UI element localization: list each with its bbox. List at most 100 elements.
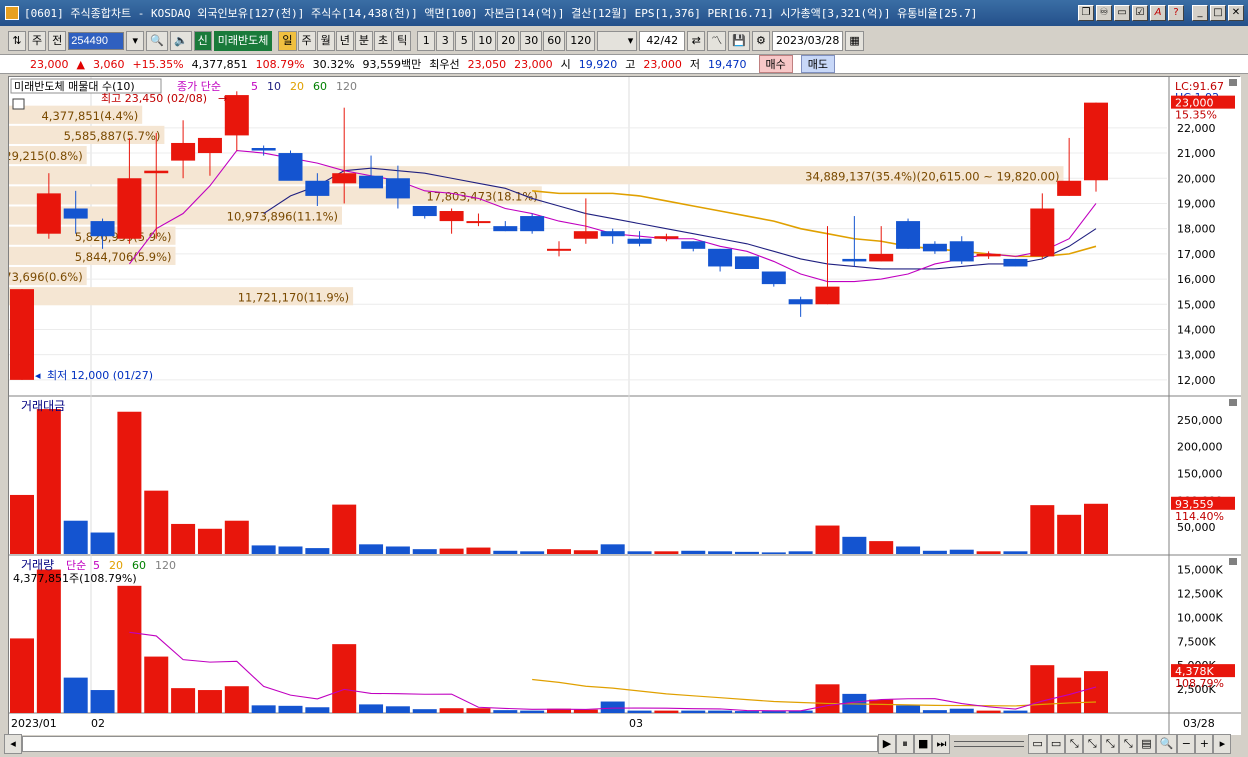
speaker-icon[interactable]: 🔈 <box>169 31 192 51</box>
high-arrow-icon: → <box>218 92 227 105</box>
volume-bar <box>305 707 330 713</box>
print-icon[interactable]: ▤ <box>1137 734 1156 754</box>
font-icon[interactable]: A <box>1150 5 1166 21</box>
settings-gear-icon[interactable]: ⚙ <box>751 31 770 51</box>
volume-profile-label: 11,721,170(11.9%) <box>238 290 349 304</box>
horizontal-scrollbar[interactable] <box>22 736 878 752</box>
amount-bar <box>278 546 303 554</box>
candle-body <box>10 289 34 380</box>
candle-body <box>359 175 384 189</box>
tool-icon-2[interactable]: ▭ <box>1046 734 1066 754</box>
fast-forward-icon[interactable]: ⏭ <box>932 734 951 754</box>
mode-main-select[interactable]: 주 <box>28 31 47 51</box>
amount-bar <box>251 545 276 554</box>
tool-icon-3[interactable]: ⤡ <box>1065 734 1084 754</box>
tool-icon-4[interactable]: ⤡ <box>1083 734 1102 754</box>
calendar-icon[interactable]: ▦ <box>845 31 864 51</box>
amount-bar <box>600 544 625 554</box>
interval-button-3[interactable]: 3 <box>436 31 455 51</box>
zoom-icon[interactable]: 🔍 <box>1155 734 1178 754</box>
interval-dropdown[interactable]: ▾ <box>597 31 638 51</box>
pause-icon[interactable]: ⏸ <box>896 734 914 754</box>
order-icon[interactable]: ⇄ <box>687 31 706 51</box>
candle-body <box>734 256 759 269</box>
stock-code-input[interactable] <box>68 32 125 50</box>
volume-legend-ma-120: 120 <box>155 559 176 572</box>
volume-bar <box>197 690 222 713</box>
quote-info-bar: 23,000 ▲ 3,060 +15.35% 4,377,851 108.79%… <box>0 54 1248 74</box>
x-axis-label: 2023/01 <box>11 717 57 730</box>
maximize-icon[interactable]: □ <box>1210 5 1226 21</box>
period-tab-2[interactable]: 월 <box>316 31 335 51</box>
help-icon[interactable]: ? <box>1168 5 1184 21</box>
volume-legend-name: 거래량 <box>21 558 54 572</box>
sell-button[interactable]: 매도 <box>800 55 836 73</box>
amount-bar <box>681 550 706 554</box>
volume-tick-label: 12,500K <box>1177 587 1223 600</box>
play-icon[interactable]: ▶ <box>878 734 896 754</box>
zoom-out-icon[interactable]: − <box>1177 734 1196 754</box>
panel-icon[interactable]: ▭ <box>1114 5 1130 21</box>
speed-slider[interactable] <box>954 741 1025 747</box>
price-legend-ma-20: 20 <box>290 80 304 93</box>
period-tab-6[interactable]: 틱 <box>393 31 412 51</box>
amount-bar <box>332 504 357 554</box>
volume-ratio: 108.79% <box>255 57 305 71</box>
interval-button-30[interactable]: 30 <box>520 31 543 51</box>
period-tab-3[interactable]: 년 <box>335 31 354 51</box>
amount-value: 93,559백만 <box>362 58 422 71</box>
stock-type-icon[interactable]: ⇅ <box>8 31 26 51</box>
stop-icon[interactable]: ■ <box>914 734 933 754</box>
scroll-right-icon[interactable]: ▸ <box>1213 734 1232 754</box>
volume-bar <box>869 699 894 713</box>
indicator-icon[interactable]: 〽 <box>707 31 727 51</box>
mode-prev-button[interactable]: 전 <box>48 31 67 51</box>
link-icon[interactable]: ♾ <box>1096 5 1112 21</box>
price-tick-label: 12,000 <box>1177 374 1216 387</box>
volume-profile-label: 5,585,887(5.7%) <box>64 129 161 143</box>
buy-button[interactable]: 매수 <box>758 55 793 73</box>
minimize-icon[interactable]: _ <box>1192 5 1208 21</box>
period-tab-5[interactable]: 초 <box>374 31 393 51</box>
checklist-icon[interactable]: ☑ <box>1132 5 1148 21</box>
amount-bar <box>815 525 840 554</box>
candle-body <box>493 226 518 232</box>
candle-body <box>976 253 1001 257</box>
candle-body <box>278 153 303 181</box>
candle-body <box>708 248 733 267</box>
amount-bar <box>1003 551 1028 554</box>
amount-bar <box>842 536 867 554</box>
interval-button-60[interactable]: 60 <box>543 31 566 51</box>
count-value: 42 <box>646 34 661 47</box>
candle-body <box>385 178 410 199</box>
interval-button-20[interactable]: 20 <box>497 31 520 51</box>
candle-body <box>36 193 61 234</box>
tool-icon-5[interactable]: ⤡ <box>1101 734 1120 754</box>
period-tab-0[interactable]: 일 <box>278 31 297 51</box>
window-restore-icon[interactable]: ❐ <box>1078 5 1094 21</box>
candle-body <box>171 142 196 161</box>
zoom-in-icon[interactable]: + <box>1195 734 1214 754</box>
chart-area[interactable]: 22,000 21,000 20,000 19,000 18,000 17,000 16,0… <box>0 76 1241 735</box>
scroll-left-icon[interactable]: ◂ <box>4 734 22 754</box>
save-icon[interactable]: 💾 <box>728 31 750 51</box>
code-dropdown-icon[interactable]: ▾ <box>126 31 145 51</box>
tool-icon-6[interactable]: ⤡ <box>1119 734 1138 754</box>
close-icon[interactable]: ✕ <box>1228 5 1244 21</box>
interval-button-10[interactable]: 10 <box>474 31 497 51</box>
count-input[interactable]: 42/42 <box>639 31 686 51</box>
period-tab-4[interactable]: 분 <box>354 31 374 51</box>
search-icon[interactable]: 🔍 <box>146 31 168 51</box>
tool-icon-1[interactable]: ▭ <box>1028 734 1047 754</box>
candle-body <box>600 231 625 237</box>
interval-button-120[interactable]: 120 <box>566 31 596 51</box>
volume-legend-ma-label: 단순 <box>66 559 86 572</box>
price-legend-ma-10: 10 <box>267 80 281 93</box>
candle-body <box>842 258 867 262</box>
chart-canvas[interactable]: 22,000 21,000 20,000 19,000 18,000 17,000 16,0… <box>0 77 1241 735</box>
interval-button-1[interactable]: 1 <box>417 31 436 51</box>
interval-button-5[interactable]: 5 <box>455 31 474 51</box>
volume-legend-ma-20: 20 <box>109 559 123 572</box>
date-input[interactable]: 2023/03/28 <box>771 31 844 51</box>
period-tab-1[interactable]: 주 <box>297 31 316 51</box>
